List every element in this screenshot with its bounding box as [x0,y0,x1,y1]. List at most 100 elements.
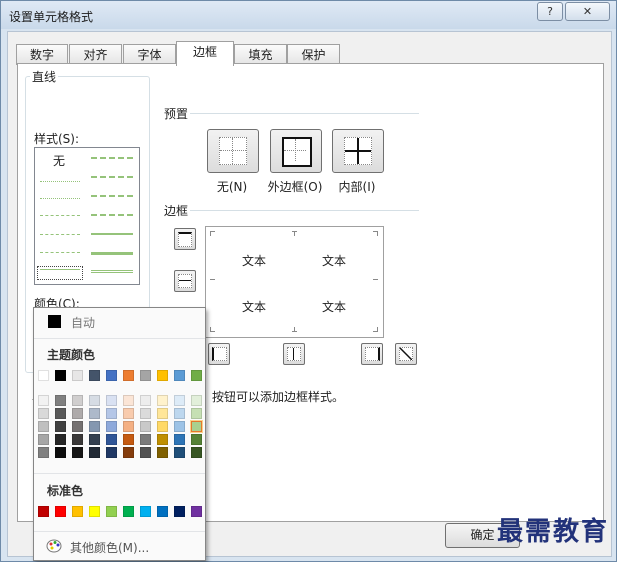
theme-shade-swatch[interactable] [123,447,134,458]
theme-shade-swatch[interactable] [89,395,100,406]
theme-shade-swatch[interactable] [174,434,185,445]
border-top-button[interactable] [174,228,196,250]
theme-shade-swatch[interactable] [55,421,66,432]
more-colors-item[interactable]: 其他颜色(M)... [34,534,205,558]
theme-shade-swatch[interactable] [123,395,134,406]
tab-number[interactable]: 数字 [16,44,68,65]
standard-color-swatch[interactable] [191,506,202,517]
theme-shade-swatch[interactable] [140,408,151,419]
line-style-slant-dash-dot[interactable] [91,176,133,178]
theme-shade-swatch[interactable] [89,408,100,419]
line-style-dashed[interactable] [40,252,80,253]
theme-shade-swatch[interactable] [123,421,134,432]
preset-inside-button[interactable] [332,129,384,173]
theme-color-swatch[interactable] [106,370,117,381]
tab-border[interactable]: 边框 [176,41,234,66]
standard-color-swatch[interactable] [123,506,134,517]
theme-color-swatch[interactable] [89,370,100,381]
standard-color-swatch[interactable] [106,506,117,517]
border-middle-vertical-button[interactable] [283,343,305,365]
theme-shade-swatch[interactable] [157,421,168,432]
theme-shade-swatch[interactable] [157,408,168,419]
line-style-hair[interactable] [40,181,80,182]
tab-fill[interactable]: 填充 [234,44,287,65]
standard-color-swatch[interactable] [174,506,185,517]
theme-shade-swatch[interactable] [106,395,117,406]
standard-color-swatch[interactable] [140,506,151,517]
theme-shade-swatch[interactable] [191,447,202,458]
standard-color-swatch[interactable] [72,506,83,517]
theme-shade-swatch[interactable] [157,447,168,458]
theme-shade-swatch[interactable] [157,434,168,445]
theme-shade-swatch[interactable] [191,408,202,419]
tab-protection[interactable]: 保护 [287,44,340,65]
standard-color-swatch[interactable] [55,506,66,517]
theme-shade-swatch[interactable] [55,447,66,458]
theme-color-swatch[interactable] [157,370,168,381]
theme-shade-swatch[interactable] [55,395,66,406]
theme-color-swatch[interactable] [174,370,185,381]
standard-color-swatch[interactable] [89,506,100,517]
theme-shade-swatch[interactable] [140,421,151,432]
line-style-none[interactable]: 无 [53,152,65,169]
theme-shade-swatch[interactable] [72,421,83,432]
line-style-medium-dash-dot[interactable] [91,195,133,197]
border-middle-horizontal-button[interactable] [174,270,196,292]
line-style-dash-dot[interactable] [40,234,80,235]
theme-shade-swatch[interactable] [72,408,83,419]
help-button[interactable]: ? [537,2,563,21]
theme-shade-swatch[interactable] [140,447,151,458]
theme-shade-swatch[interactable] [157,395,168,406]
theme-shade-swatch[interactable] [191,395,202,406]
line-style-thick[interactable] [91,252,133,255]
line-style-medium-dashed[interactable] [91,214,133,216]
tab-alignment[interactable]: 对齐 [69,44,122,65]
preset-outline-button[interactable] [270,129,322,173]
theme-shade-swatch[interactable] [106,447,117,458]
border-left-button[interactable] [208,343,230,365]
theme-color-swatch[interactable] [123,370,134,381]
theme-shade-swatch[interactable] [140,434,151,445]
theme-color-swatch[interactable] [191,370,202,381]
theme-shade-swatch[interactable] [72,434,83,445]
line-style-medium[interactable] [91,233,133,235]
theme-shade-swatch[interactable] [106,421,117,432]
line-style-medium-dash-dot-dot[interactable] [91,157,133,159]
theme-shade-swatch[interactable] [89,447,100,458]
theme-color-swatch[interactable] [55,370,66,381]
theme-shade-swatch[interactable] [174,408,185,419]
line-style-list[interactable]: 无 [34,147,140,285]
theme-shade-swatch[interactable] [89,434,100,445]
line-style-dash-dot-dot[interactable] [40,215,80,216]
line-style-double[interactable] [91,270,133,273]
theme-shade-swatch[interactable] [55,408,66,419]
theme-color-swatch[interactable] [72,370,83,381]
theme-color-swatch[interactable] [140,370,151,381]
theme-shade-swatch[interactable] [72,447,83,458]
border-preview[interactable]: 文本 文本 文本 文本 [205,226,384,338]
theme-shade-swatch[interactable] [123,434,134,445]
theme-shade-swatch[interactable] [174,447,185,458]
theme-shade-swatch[interactable] [38,395,49,406]
standard-color-swatch[interactable] [157,506,168,517]
border-diagonal-down-button[interactable] [395,343,417,365]
theme-shade-swatch[interactable] [106,408,117,419]
theme-shade-swatch[interactable] [106,434,117,445]
standard-color-swatch[interactable] [38,506,49,517]
theme-shade-swatch[interactable] [123,408,134,419]
close-button[interactable]: ✕ [565,2,610,21]
color-auto-item[interactable]: 自动 [34,308,205,335]
theme-shade-swatch[interactable] [89,421,100,432]
theme-shade-swatch[interactable] [191,434,202,445]
theme-shade-swatch[interactable] [190,420,203,433]
preset-none-button[interactable] [207,129,259,173]
theme-shade-swatch[interactable] [174,395,185,406]
theme-shade-swatch[interactable] [174,421,185,432]
border-right-button[interactable] [361,343,383,365]
theme-shade-swatch[interactable] [38,408,49,419]
theme-shade-swatch[interactable] [38,421,49,432]
theme-shade-swatch[interactable] [72,395,83,406]
theme-shade-swatch[interactable] [55,434,66,445]
theme-color-swatch[interactable] [38,370,49,381]
tab-font[interactable]: 字体 [123,44,176,65]
